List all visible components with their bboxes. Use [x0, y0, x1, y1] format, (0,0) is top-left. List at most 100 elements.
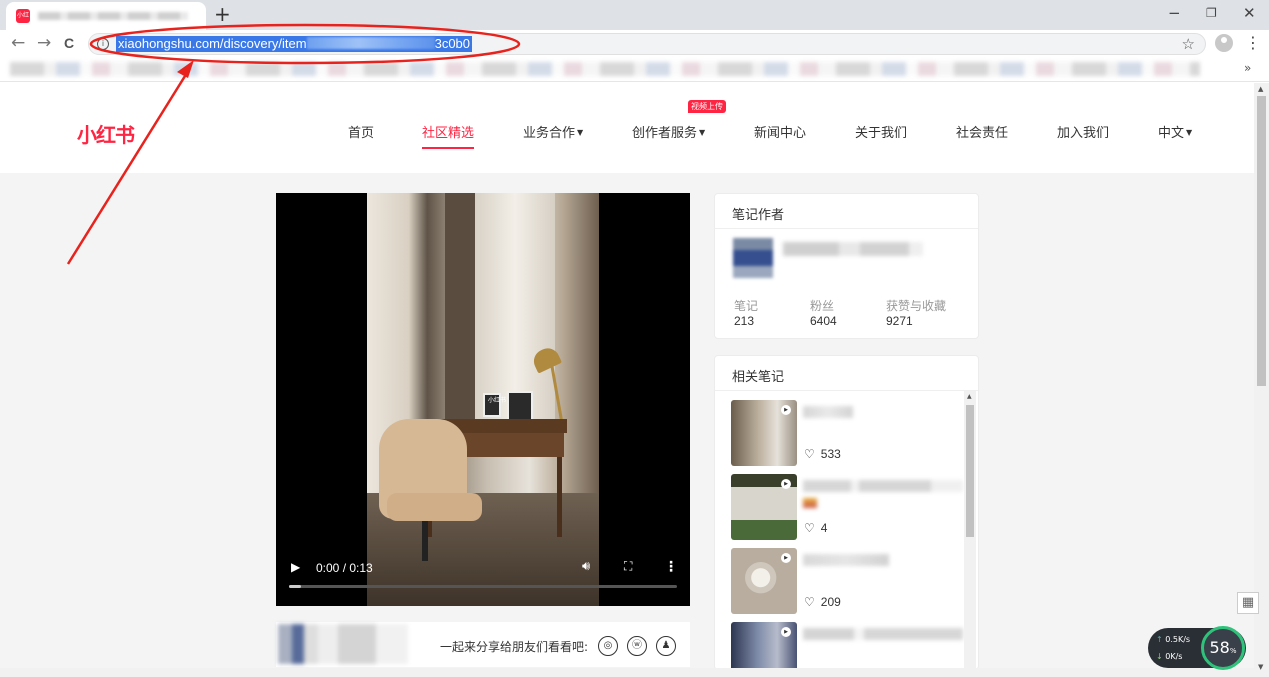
stat-notes-value: 213: [734, 314, 755, 328]
download-arrow-icon: ↓: [1156, 652, 1163, 661]
nav-creator[interactable]: 创作者服务 ▼: [632, 122, 705, 141]
forward-button[interactable]: →: [37, 33, 51, 53]
note-emoji-blurred: [803, 498, 817, 508]
author-avatar[interactable]: [733, 238, 773, 278]
scroll-up-icon[interactable]: ▲: [967, 393, 972, 400]
curtain-dark: [445, 193, 475, 453]
bookmark-star-icon[interactable]: ☆: [1182, 35, 1195, 53]
stat-likes-value: 9271: [886, 314, 913, 328]
new-tab-button[interactable]: +: [214, 3, 231, 25]
url-suffix: 3c0b0: [434, 36, 471, 51]
minimize-button[interactable]: −: [1168, 4, 1181, 22]
browser-menu-icon[interactable]: ⋮: [1245, 33, 1261, 53]
like-count: ♡ 4: [804, 521, 828, 535]
caret-down-icon: ▼: [577, 128, 584, 137]
video-watermark: 小红书: [488, 397, 507, 404]
volume-icon[interactable]: 🔊︎: [582, 559, 590, 574]
page-scrollbar[interactable]: ▲ ▼: [1254, 83, 1269, 677]
related-scrollbar[interactable]: ▲: [964, 391, 976, 668]
note-thumbnail[interactable]: ▶: [731, 548, 797, 614]
like-count: ♡ 533: [804, 447, 841, 461]
author-name-blurred[interactable]: [783, 242, 923, 256]
qr-code-icon[interactable]: ▦: [1237, 592, 1259, 614]
page-scroll-thumb[interactable]: [1257, 96, 1266, 386]
video-upload-badge[interactable]: 视频上传: [688, 100, 726, 113]
more-options-icon[interactable]: ⋮: [664, 559, 678, 575]
caret-down-icon: ▼: [1186, 128, 1193, 137]
note-title-blurred[interactable]: [803, 554, 889, 566]
nav-responsibility[interactable]: 社会责任: [956, 122, 1008, 141]
nav-language[interactable]: 中文 ▼: [1158, 122, 1192, 141]
photo-frame: [507, 391, 533, 421]
qq-share-icon[interactable]: ♟: [656, 636, 676, 656]
url-prefix: xiaohongshu.com/discovery/item: [118, 36, 307, 51]
xiaohongshu-logo[interactable]: 小红书: [77, 119, 135, 148]
video-play-icon: ▶: [781, 553, 791, 563]
note-thumbnail[interactable]: ▶: [731, 400, 797, 466]
video-frame: [367, 193, 599, 606]
url-text[interactable]: xiaohongshu.com/discovery/item 3c0b0: [116, 36, 473, 52]
post-author-blurred: [278, 624, 408, 664]
note-thumbnail[interactable]: ▶: [731, 622, 797, 668]
tab-strip: 小红 + − ❐ ✕: [0, 0, 1269, 30]
network-speed-widget: ↑ 0.5K/s ↓ 0K/s 58%: [1148, 626, 1246, 670]
weibo-share-icon[interactable]: ⓦ: [627, 636, 647, 656]
related-scroll-thumb[interactable]: [966, 405, 974, 537]
related-note-item[interactable]: ▶: [731, 622, 963, 668]
scroll-down-icon[interactable]: ▼: [1258, 663, 1263, 671]
note-title-blurred[interactable]: [803, 628, 963, 640]
stat-fans-value: 6404: [810, 314, 837, 328]
video-play-icon: ▶: [781, 405, 791, 415]
usage-gauge: 58%: [1201, 626, 1245, 670]
site-header: 小红书 首页 社区精选 业务合作 ▼ 创作者服务 ▼ 新闻中心 关于我们 社会责任 …: [0, 83, 1254, 173]
tab-title-blurred: [38, 12, 188, 20]
chair-base: [422, 521, 428, 561]
video-time: 0:00 / 0:13: [316, 561, 373, 575]
profile-avatar-icon[interactable]: [1215, 34, 1233, 52]
wechat-share-icon[interactable]: ◎: [598, 636, 618, 656]
author-card-title: 笔记作者: [732, 208, 785, 223]
heart-icon: ♡: [804, 521, 815, 535]
scroll-up-icon[interactable]: ▲: [1258, 85, 1263, 93]
reload-button[interactable]: C: [64, 33, 74, 53]
note-title-blurred[interactable]: [803, 480, 963, 492]
share-bar: 一起来分享给朋友们看看吧: ◎ ⓦ ♟: [276, 622, 690, 667]
note-thumbnail[interactable]: ▶: [731, 474, 797, 540]
download-speed: ↓ 0K/s: [1156, 652, 1183, 661]
horizontal-scrollbar[interactable]: [0, 668, 1254, 677]
related-notes-list[interactable]: ▶ ♡ 533 ▶ ♡ 4 ▶ ♡ 209 ▶: [715, 391, 977, 668]
stat-notes-label: 笔记: [734, 299, 759, 313]
nav-business[interactable]: 业务合作 ▼: [523, 122, 583, 141]
related-notes-title: 相关笔记: [732, 370, 785, 385]
upload-speed: ↑ 0.5K/s: [1156, 635, 1191, 644]
address-bar[interactable]: i xiaohongshu.com/discovery/item 3c0b0 ☆: [88, 33, 1206, 55]
back-button[interactable]: ←: [11, 33, 25, 53]
related-note-item[interactable]: ▶ ♡ 533: [731, 400, 961, 466]
author-card: 笔记作者 笔记 213 粉丝 6404 获赞与收藏 9271: [714, 193, 979, 339]
close-window-button[interactable]: ✕: [1243, 4, 1256, 22]
caret-down-icon: ▼: [699, 128, 706, 137]
heart-icon: ♡: [804, 447, 815, 461]
video-play-icon: ▶: [781, 479, 791, 489]
video-progress-bar[interactable]: [289, 585, 677, 588]
nav-home[interactable]: 首页: [348, 122, 374, 141]
play-icon[interactable]: ▶: [291, 560, 300, 574]
nav-community[interactable]: 社区精选: [422, 122, 475, 149]
browser-toolbar: ← → C i xiaohongshu.com/discovery/item 3c…: [0, 30, 1269, 58]
maximize-button[interactable]: ❐: [1206, 6, 1217, 20]
related-note-item[interactable]: ▶ ♡ 209: [731, 548, 961, 614]
url-blurred-segment: [306, 37, 435, 49]
related-note-item[interactable]: ▶ ♡ 4: [731, 474, 963, 540]
nav-about[interactable]: 关于我们: [855, 122, 907, 141]
fullscreen-icon[interactable]: ⛶: [624, 559, 632, 574]
video-play-icon: ▶: [781, 627, 791, 637]
site-info-icon[interactable]: i: [97, 38, 109, 50]
nav-news[interactable]: 新闻中心: [754, 122, 806, 141]
browser-tab[interactable]: 小红: [6, 2, 206, 30]
note-title-blurred[interactable]: [803, 406, 853, 418]
video-player[interactable]: 小红书 ▶ 0:00 / 0:13 🔊︎ ⛶ ⋮: [276, 193, 690, 606]
nav-join[interactable]: 加入我们: [1057, 122, 1109, 141]
share-prompt: 一起来分享给朋友们看看吧:: [440, 640, 589, 654]
bookmarks-more-button[interactable]: »: [1244, 61, 1251, 75]
video-controls: ▶ 0:00 / 0:13 🔊︎ ⛶ ⋮: [276, 559, 690, 606]
